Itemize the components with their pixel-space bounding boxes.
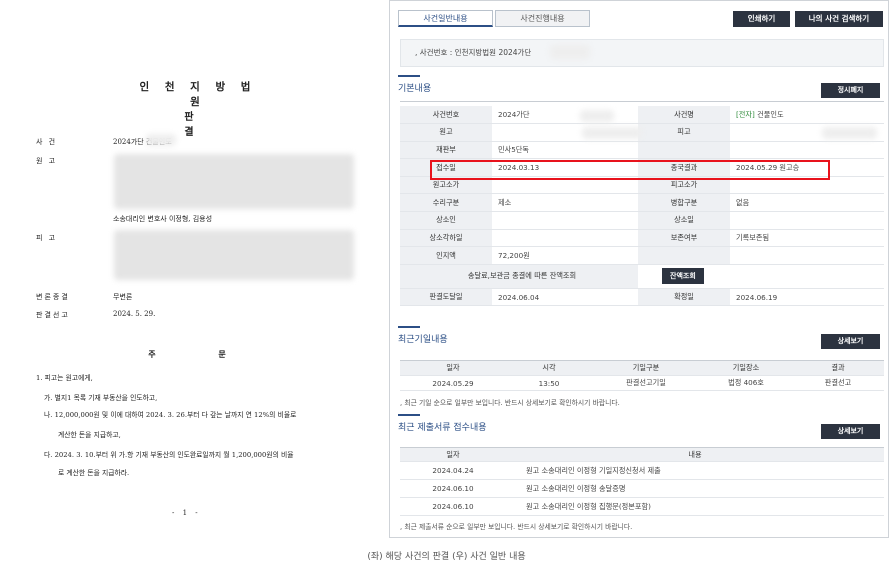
redaction	[580, 110, 614, 122]
hearing-header-row: 일자 시각 기일구분 기일장소 결과	[400, 360, 884, 376]
docs-detail-button[interactable]: 상세보기	[821, 424, 880, 439]
order-title: 주 문	[148, 350, 256, 359]
recent-hearing-title: 최근기일내용	[398, 335, 448, 345]
order-line: 로 계산한 돈을 지급하라.	[58, 469, 130, 477]
confirm-date-label: 확정일	[638, 288, 730, 307]
judgment-document: 인 천 지 방 법 원 판 결 사 건 2024가단 건물인도 원 고 소송대리…	[22, 70, 367, 520]
docs-note: , 최근 제출서류 순으로 일부만 보입니다. 반드시 상세보기로 확인하시기 …	[400, 523, 633, 531]
confirm-date-value: 2024.06.19	[730, 288, 884, 307]
row-label: 피 고	[36, 234, 58, 242]
redaction	[146, 134, 176, 146]
counsel-row: 소송대리인 변호사 이정형, 김용성	[36, 214, 212, 224]
page-number: - 1 -	[172, 509, 201, 517]
my-case-search-button[interactable]: 나의 사건 검색하기	[795, 11, 883, 27]
figure-caption: (좌) 해당 사건의 판결 (우) 사건 일반 내용	[367, 552, 526, 562]
redaction	[582, 127, 642, 139]
filing-type-value: 제소	[492, 193, 638, 213]
stamp-fee-value: 72,200원	[492, 246, 638, 265]
closing-row: 변론종결 무변론	[36, 292, 132, 302]
docs-header-row: 일자 내용	[400, 447, 884, 462]
col-content: 내용	[506, 447, 884, 462]
hearing-table: 일자 시각 기일구분 기일장소 결과 2024.05.29 13:50 판결선고…	[400, 360, 884, 391]
table-row: 2024.04.24 원고 소송대리인 이정형 기일지정신청서 제출	[400, 461, 884, 480]
order-line: 계산한 돈을 지급하고,	[58, 431, 121, 439]
tab-general[interactable]: 사건일반내용	[398, 10, 493, 27]
col-date: 일자	[400, 447, 506, 462]
section-divider	[400, 101, 884, 102]
case-name-tag: [전자]	[736, 109, 755, 119]
case-name-label: 사건명	[638, 106, 730, 125]
division-value: 민사5단독	[492, 141, 638, 160]
appeal-date-label: 상소일	[638, 211, 730, 230]
order-line: 1. 피고는 원고에게,	[36, 374, 93, 382]
row-value: 무변론	[113, 293, 133, 301]
redaction	[114, 230, 354, 280]
recent-docs-title: 최근 제출서류 접수내용	[398, 423, 487, 433]
case-no-label: 사건번호	[400, 106, 492, 125]
plaintiff-label: 원고	[400, 123, 492, 142]
case-no-value: 2024가단	[492, 106, 638, 125]
stamp-fee-label: 인지액	[400, 246, 492, 265]
tab-progress[interactable]: 사건진행내용	[495, 10, 590, 27]
merge-label: 병합구분	[638, 193, 730, 213]
row-label: 변론종결	[36, 293, 70, 301]
case-number-text: , 사건번호 : 인천지방법원 2024가단	[415, 48, 532, 57]
table-row: 2024.06.10 원고 소송대리인 이정형 송달증명	[400, 479, 884, 498]
filing-type-label: 수리구분	[400, 193, 492, 213]
redaction	[114, 154, 354, 209]
correct-button[interactable]: 정시폐지	[821, 83, 880, 98]
judgment-delivery-label: 판결도달일	[400, 288, 492, 307]
plaintiff-row: 원 고	[36, 156, 113, 166]
division-label: 재판부	[400, 141, 492, 160]
docs-table: 일자 내용 2024.04.24 원고 소송대리인 이정형 기일지정신청서 제출…	[400, 447, 884, 516]
section-mark	[398, 75, 420, 77]
case-info-panel: 사건일반내용 사건진행내용 인쇄하기 나의 사건 검색하기 , 사건번호 : 인…	[389, 0, 889, 538]
case-name-text: 건물인도	[757, 109, 784, 119]
preserve-value: 기록보존됨	[730, 229, 884, 248]
section-mark	[398, 414, 420, 416]
case-name-value: [전자] 건물인도	[730, 106, 884, 125]
redaction	[822, 127, 877, 139]
judgment-delivery-value: 2024.06.04	[492, 288, 638, 307]
row-label: 사 건	[36, 138, 58, 146]
balance-inquiry-button[interactable]: 잔액조회	[662, 268, 704, 285]
appeal-reject-label: 상소각하일	[400, 229, 492, 248]
row-value: 2024. 5. 29.	[113, 310, 156, 318]
court-name: 인 천 지 방 법 원	[139, 81, 257, 108]
balance-label: 송달료,보관금 종결에 따른 잔액조회	[400, 264, 638, 289]
redaction	[550, 45, 590, 59]
hearing-detail-button[interactable]: 상세보기	[821, 334, 880, 349]
order-line: 가. 별지1 목록 기재 부동산을 인도하고,	[44, 394, 158, 402]
hearing-note: , 최근 기일 순으로 일부만 보입니다. 반드시 상세보기로 확인하시기 바랍…	[400, 399, 620, 407]
row-label	[36, 214, 113, 224]
order-line: 다. 2024. 3. 10.부터 위 가.항 기재 부동산의 인도완료일까지 …	[44, 451, 294, 459]
table-row: 2024.05.29 13:50 판결선고기일 법정 406호 판결선고	[400, 375, 884, 391]
basic-info-table: 사건번호 2024가단 사건명 [전자] 건물인도 원고 피고 재판부 민사5단…	[400, 106, 884, 307]
appellant-label: 상소인	[400, 211, 492, 230]
defendant-row: 피 고	[36, 233, 113, 243]
defendant-label: 피고	[638, 123, 730, 142]
col-result: 결과	[792, 360, 884, 376]
order-line: 나. 12,000,000원 및 이에 대하여 2024. 3. 26.부터 다…	[44, 411, 297, 419]
row-label: 원 고	[36, 157, 58, 165]
merge-value: 없음	[730, 193, 884, 213]
table-row: 2024.06.10 원고 소송대리인 이정형 집행문(정본포함)	[400, 497, 884, 516]
col-type: 기일구분	[592, 360, 700, 376]
preserve-label: 보존여부	[638, 229, 730, 248]
col-place: 기일장소	[700, 360, 792, 376]
sentence-row: 판결선고 2024. 5. 29.	[36, 310, 155, 320]
row-value: 소송대리인 변호사 이정형, 김용성	[113, 215, 213, 223]
tab-bar: 사건일반내용 사건진행내용	[398, 10, 592, 27]
col-date: 일자	[400, 360, 506, 376]
row-label: 판결선고	[36, 311, 70, 319]
highlight-box	[430, 160, 830, 180]
basic-section-title: 기본내용	[398, 84, 432, 94]
print-button[interactable]: 인쇄하기	[733, 11, 790, 27]
col-time: 시각	[506, 360, 592, 376]
case-number-bar: , 사건번호 : 인천지방법원 2024가단	[400, 39, 884, 67]
section-mark	[398, 326, 420, 328]
